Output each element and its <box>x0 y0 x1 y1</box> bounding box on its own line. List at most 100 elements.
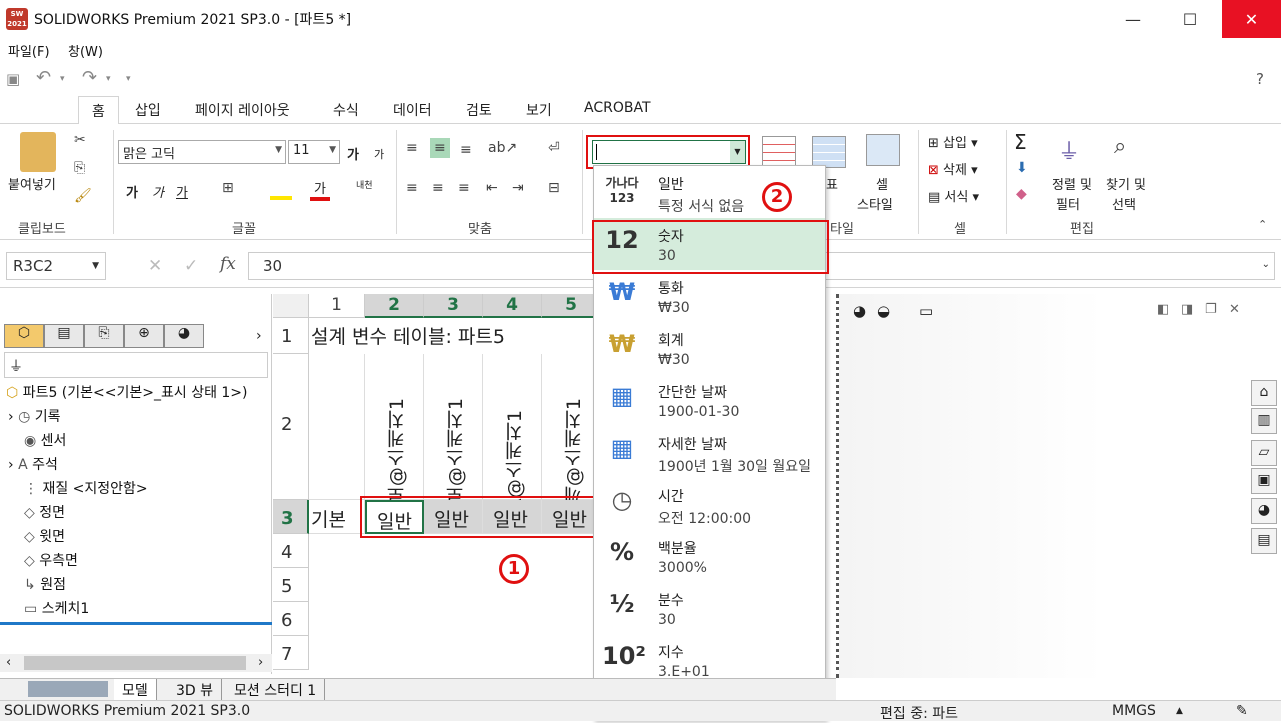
paste-icon[interactable] <box>20 132 56 172</box>
fill-color-icon[interactable] <box>270 178 292 200</box>
wrap-text-icon[interactable]: ⏎ <box>548 140 560 156</box>
minimize-button[interactable]: — <box>1110 0 1156 38</box>
table-cell[interactable]: R@스케치1 <box>483 354 542 511</box>
tree-item[interactable]: ◇ 우측면 <box>8 550 78 570</box>
format-as-table-icon[interactable] <box>812 136 846 168</box>
close-button[interactable]: ✕ <box>1222 0 1281 38</box>
close-view-icon[interactable]: ✕ <box>1229 302 1240 317</box>
scene-icon[interactable]: ◒ <box>877 302 890 320</box>
custom-properties-icon[interactable]: ▤ <box>1251 528 1277 554</box>
tab-acrobat[interactable]: ACROBAT <box>584 100 651 116</box>
save-icon[interactable]: ▣ <box>6 70 20 88</box>
row-header[interactable]: 1 <box>273 318 309 354</box>
design-library-icon[interactable]: ▥ <box>1251 408 1277 434</box>
cut-icon[interactable]: ✂ <box>74 132 86 148</box>
row-header[interactable]: 7 <box>273 636 309 670</box>
bold-button[interactable]: 가 <box>126 182 138 201</box>
sort-filter-icon[interactable]: ⏚ <box>1058 134 1080 166</box>
delete-cells-button[interactable]: ⊠ 삭제 ▾ <box>928 159 978 178</box>
scrollbar-thumb[interactable] <box>24 656 246 670</box>
filter-icon[interactable]: ⏚ <box>4 352 268 378</box>
table-cell[interactable]: 세로@스케치1 <box>365 354 424 524</box>
home-icon[interactable]: ⌂ <box>1251 380 1277 406</box>
conditional-format-icon[interactable] <box>762 136 796 168</box>
menu-file[interactable]: 파일(F) <box>8 41 50 60</box>
tree-item[interactable]: › ◷ 기록 <box>8 406 61 426</box>
format-option[interactable]: ₩ 통화 ₩30 <box>594 270 825 322</box>
maximize-button[interactable]: ☐ <box>1167 0 1213 38</box>
undo-dropdown-icon[interactable]: ▾ <box>60 74 65 84</box>
tab-3d-view[interactable]: 3D 뷰 <box>168 679 223 700</box>
sort-filter-label-2[interactable]: 필터 <box>1056 194 1080 213</box>
select-all-corner[interactable] <box>273 294 309 318</box>
row-header[interactable]: 2 <box>273 354 309 500</box>
number-format-combo[interactable]: ▼ <box>592 140 746 164</box>
appearances-icon[interactable]: ◕ <box>1251 498 1277 524</box>
insert-function-button[interactable]: fx <box>220 254 236 274</box>
tab-scroll-buttons-icon[interactable] <box>28 681 108 697</box>
rollback-bar[interactable] <box>0 622 272 625</box>
align-right-icon[interactable]: ≡ <box>458 180 470 196</box>
property-manager-tab-icon[interactable]: ▤ <box>44 324 84 348</box>
table-cell[interactable]: 가로@스케치1 <box>424 354 483 524</box>
font-size-combo[interactable]: 11 ▼ <box>288 140 340 164</box>
chevron-down-icon[interactable]: ▼ <box>92 261 99 271</box>
table-cell[interactable] <box>309 354 365 500</box>
status-tooltip-icon[interactable]: ✎ <box>1236 703 1248 719</box>
name-box[interactable]: R3C2 ▼ <box>6 252 106 280</box>
tab-model[interactable]: 모델 <box>114 679 157 700</box>
font-color-button[interactable]: 가 <box>310 178 330 201</box>
format-as-table-label[interactable]: 표 <box>826 174 838 193</box>
shrink-font-button[interactable]: 가 <box>374 146 384 162</box>
tab-data[interactable]: 데이터 <box>393 100 432 120</box>
increase-indent-icon[interactable]: ⇥ <box>512 180 524 196</box>
configuration-manager-tab-icon[interactable]: ⎘ <box>84 324 124 348</box>
file-explorer-icon[interactable]: ▱ <box>1251 440 1277 466</box>
align-top-icon[interactable]: ≡ <box>406 140 418 156</box>
align-bottom-icon[interactable]: ≡ <box>460 142 472 158</box>
column-header[interactable]: 4 <box>483 294 542 318</box>
tree-item[interactable]: ▭ 스케치1 <box>8 598 89 618</box>
tree-item[interactable]: ◉ 센서 <box>8 430 66 450</box>
scroll-right-icon[interactable]: › <box>258 655 263 670</box>
tab-motion-study[interactable]: 모션 스터디 1 <box>226 679 326 700</box>
column-header[interactable]: 1 <box>309 294 365 318</box>
view-settings-icon[interactable]: ▭ <box>919 302 933 320</box>
format-option[interactable]: ▦ 간단한 날짜 1900-01-30 <box>594 374 825 426</box>
menu-window[interactable]: 창(W) <box>68 41 103 60</box>
tree-item[interactable]: ◇ 정면 <box>8 502 65 522</box>
tab-review[interactable]: 검토 <box>466 100 492 120</box>
orientation-icon[interactable]: ab↗ <box>488 140 517 156</box>
column-header[interactable]: 3 <box>424 294 483 318</box>
autosum-button[interactable]: Σ <box>1014 130 1027 154</box>
feature-manager-tab-icon[interactable]: ⬡ <box>4 324 44 348</box>
sort-filter-label-1[interactable]: 정렬 및 <box>1052 174 1092 193</box>
appearance-icon[interactable]: ◕ <box>853 302 866 320</box>
tab-view[interactable]: 보기 <box>526 100 552 120</box>
tab-insert[interactable]: 삽입 <box>135 100 161 120</box>
column-header[interactable]: 2 <box>365 294 424 318</box>
italic-button[interactable]: 가 <box>152 182 164 201</box>
collapse-ribbon-icon[interactable]: ⌃ <box>1258 218 1267 231</box>
format-option[interactable]: ₩ 회계 ₩30 <box>594 322 825 374</box>
view-palette-icon[interactable]: ▣ <box>1251 468 1277 494</box>
copy-icon[interactable]: ⎘ <box>74 160 85 176</box>
format-cells-button[interactable]: ▤ 서식 ▾ <box>928 186 979 205</box>
tree-item[interactable]: ↳ 원점 <box>8 574 66 594</box>
chevron-right-icon[interactable]: › <box>256 328 262 344</box>
configuration-name-cell[interactable]: 기본 <box>309 500 365 534</box>
format-painter-icon[interactable]: 🖌 <box>74 188 92 204</box>
insert-cells-button[interactable]: ⊞ 삽입 ▾ <box>928 132 978 151</box>
font-name-combo[interactable]: 맑은 고딕 ▼ <box>118 140 286 164</box>
tree-item[interactable]: ⬡ 파트5 (기본<<기본>_표시 상태 1>) <box>6 382 248 402</box>
align-middle-icon[interactable]: ≡ <box>430 138 450 158</box>
scroll-left-icon[interactable]: ‹ <box>6 655 11 670</box>
row-header[interactable]: 4 <box>273 534 309 568</box>
format-option[interactable]: ◷ 시간 오전 12:00:00 <box>594 478 825 530</box>
design-table-title[interactable]: 설계 변수 테이블: 파트5 <box>311 322 505 349</box>
units-dropdown-icon[interactable]: ▲ <box>1176 706 1183 716</box>
phonetic-button[interactable]: 내천 <box>356 178 373 191</box>
split-view-icon[interactable]: ◧ <box>1157 302 1169 317</box>
horizontal-scrollbar[interactable]: ‹ › <box>0 654 272 672</box>
merge-cells-icon[interactable]: ⊟ <box>548 180 560 196</box>
